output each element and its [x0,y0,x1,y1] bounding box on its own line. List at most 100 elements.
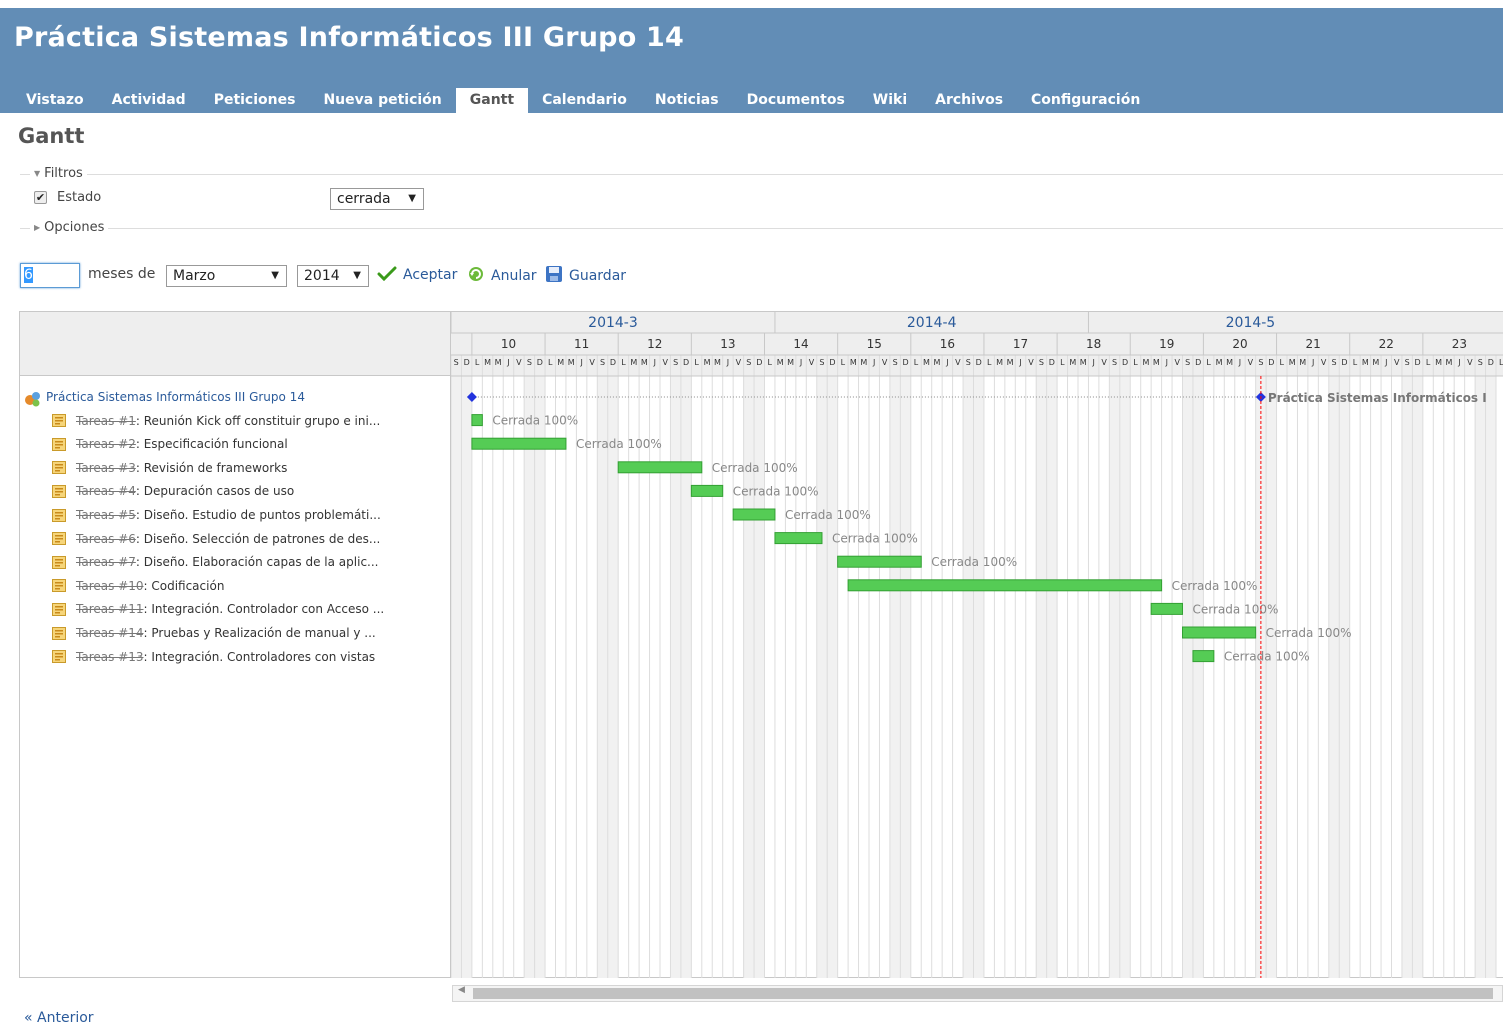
day-letter: D [1488,358,1494,367]
issue-row[interactable]: Tareas #2: Especificación funcional [52,433,288,455]
issue-tracker-link[interactable]: Tareas #13 [76,650,144,664]
day-letter: M [777,358,784,367]
accept-link[interactable]: Aceptar [377,265,457,285]
filter-status-checkbox[interactable]: ✔ [34,191,47,204]
issue-tracker-link[interactable]: Tareas #4 [76,484,136,498]
previous-link[interactable]: « Anterior [24,1010,94,1026]
issue-row[interactable]: Tareas #3: Revisión de frameworks [52,457,287,479]
day-letter: L [767,358,772,367]
issue-bar[interactable] [1192,650,1215,663]
issue-icon [52,437,66,451]
issue-row[interactable]: Tareas #11: Integración. Controlador con… [52,598,384,620]
dropdown-arrow-icon: ▼ [353,270,361,281]
menu-tab-archivos[interactable]: Archivos [921,88,1017,113]
menu-tab-vistazo[interactable]: Vistazo [12,88,98,113]
menu-tab-peticiones[interactable]: Peticiones [200,88,310,113]
cancel-link[interactable]: Anular [467,265,537,287]
project-icon [24,391,40,406]
issue-row[interactable]: Tareas #13: Integración. Controladores c… [52,646,375,668]
day-letter: M [923,358,930,367]
day-letter: S [673,358,678,367]
day-letter: V [662,358,668,367]
issue-bar[interactable] [847,579,1163,592]
menu-tab-noticias[interactable]: Noticias [641,88,733,113]
day-letter: M [1007,358,1014,367]
issue-tracker-link[interactable]: Tareas #7 [76,555,136,569]
menu-tab-configuración[interactable]: Configuración [1017,88,1154,113]
issue-bar[interactable] [471,437,567,450]
issue-row[interactable]: Tareas #1: Reunión Kick off constituir g… [52,410,380,432]
day-letter: S [527,358,532,367]
issue-bar[interactable] [732,508,776,521]
issue-tracker-link[interactable]: Tareas #11 [76,602,144,616]
issue-row[interactable]: Tareas #10: Codificación [52,575,224,597]
issue-row[interactable]: Tareas #5: Diseño. Estudio de puntos pro… [52,504,381,526]
save-link[interactable]: Guardar [545,265,626,287]
issue-bar[interactable] [1182,626,1257,639]
issue-subject: : Reunión Kick off constituir grupo e in… [135,413,381,428]
issue-icon [52,650,66,664]
day-letter: S [1258,358,1263,367]
issue-tracker-link[interactable]: Tareas #14 [76,626,144,640]
menu-tab-calendario[interactable]: Calendario [528,88,641,113]
issue-bar[interactable] [1150,602,1184,615]
menu-tab-actividad[interactable]: Actividad [98,88,200,113]
weekend-column [963,376,974,978]
menu-tab-documentos[interactable]: Documentos [733,88,859,113]
scroll-left-icon[interactable]: ◀ [458,985,465,995]
year-select[interactable]: 2014 ▼ [297,265,369,287]
filters-legend[interactable]: ▼ Filtros [30,166,87,181]
issue-row[interactable]: Tareas #6: Diseño. Selección de patrones… [52,528,380,550]
issue-row[interactable]: Tareas #14: Pruebas y Realización de man… [52,622,376,644]
filter-status-select[interactable]: cerrada ▼ [330,188,424,210]
issue-tracker-link[interactable]: Tareas #6 [76,532,136,546]
issue-bar[interactable] [471,414,483,427]
day-letter: L [1206,358,1211,367]
project-row[interactable]: Práctica Sistemas Informáticos III Grupo… [24,386,305,408]
day-letter: M [1142,358,1149,367]
issue-tracker-link[interactable]: Tareas #3 [76,461,136,475]
issue-tracker-link[interactable]: Tareas #5 [76,508,136,522]
day-letter: J [1165,358,1168,367]
day-letter: M [704,358,711,367]
dropdown-arrow-icon: ▼ [271,270,279,281]
issue-row[interactable]: Tareas #4: Depuración casos de uso [52,480,294,502]
issue-tracker-link[interactable]: Tareas #10 [76,579,144,593]
months-input[interactable]: 6 [20,263,80,288]
day-letter: J [1384,358,1387,367]
day-letter: D [537,358,543,367]
project-title: Práctica Sistemas Informáticos III Grupo… [14,22,685,53]
issue-icon [52,602,66,616]
day-letter: M [1069,358,1076,367]
menu-tab-wiki[interactable]: Wiki [859,88,921,113]
week-label: 23 [1452,337,1467,351]
project-name[interactable]: Práctica Sistemas Informáticos III Grupo… [46,390,305,404]
day-letter: L [987,358,992,367]
gantt-chart: 2014-3 2014-4 2014-5 10 11 12 13 14 15 16 17 18 19 20… [451,312,1503,978]
issue-row[interactable]: Tareas #7: Diseño. Elaboración capas de … [52,551,378,573]
day-letter: D [1268,358,1274,367]
scrollbar-thumb[interactable] [473,988,1493,999]
day-letter: J [579,358,582,367]
day-letter: L [548,358,553,367]
issue-bar[interactable] [837,555,922,568]
day-letter: L [914,358,919,367]
issue-tracker-link[interactable]: Tareas #2 [76,437,136,451]
horizontal-scrollbar[interactable]: ◀ [452,985,1503,1002]
issue-bar[interactable] [774,532,823,545]
day-letter: L [1499,358,1503,367]
day-letter: D [610,358,616,367]
collapse-triangle-icon: ▼ [34,169,41,178]
menu-tab-nueva-petición[interactable]: Nueva petición [309,88,455,113]
issue-tracker-link[interactable]: Tareas #1 [76,414,136,428]
day-letter: D [1122,358,1128,367]
week-label: 14 [793,337,808,351]
issue-bar[interactable] [690,484,724,497]
issue-bar[interactable] [617,461,703,474]
week-label: 17 [1013,337,1028,351]
menu-tab-gantt[interactable]: Gantt [455,88,529,113]
day-letter: S [746,358,751,367]
issue-bar-label: Cerrada 100% [576,437,662,451]
month-select[interactable]: Marzo ▼ [166,265,287,287]
options-legend[interactable]: ▶ Opciones [30,220,109,235]
